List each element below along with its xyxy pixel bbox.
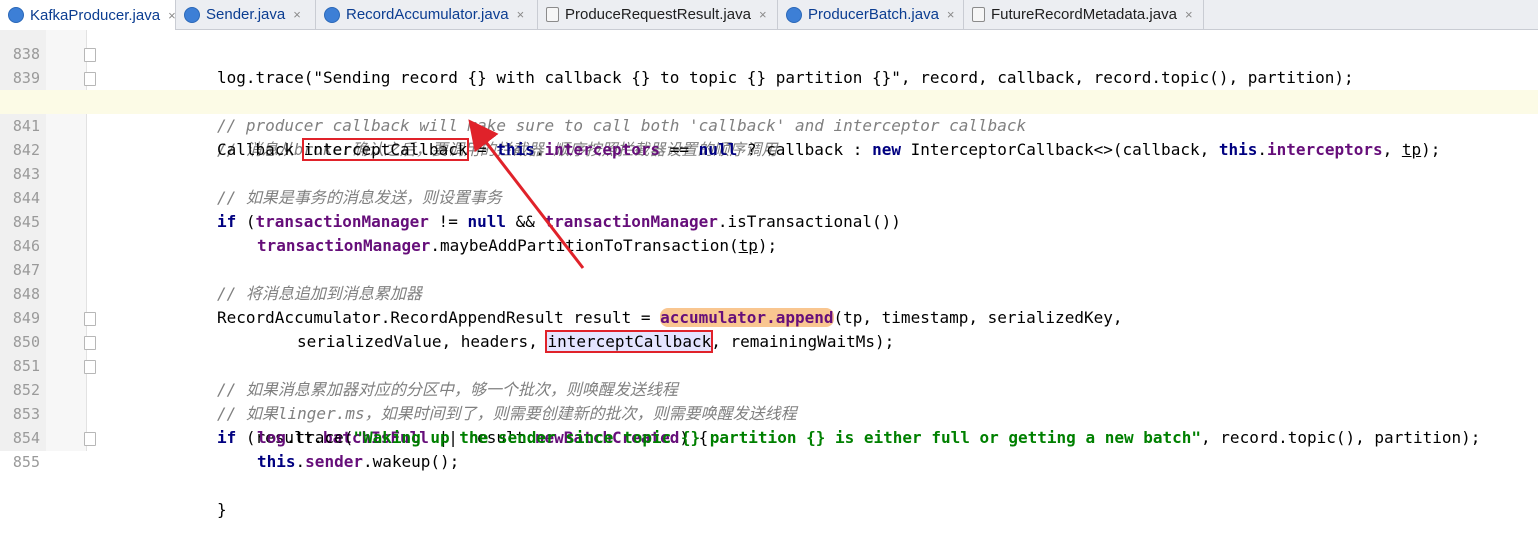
code-line-850[interactable]: 850 // 如果消息累加器对应的分区中，够一个批次，则唤醒发送线程 [0, 306, 1538, 399]
code-line-847[interactable]: 847 // 将消息追加到消息累加器 [0, 234, 1538, 303]
code-line-838[interactable]: 838 log.trace("Sending record {} with ca… [0, 18, 1538, 87]
fold-marker-icon[interactable] [84, 72, 96, 86]
code-text: } [217, 500, 227, 519]
code-segment: . [295, 452, 306, 471]
code-line-853[interactable]: 853 log.trace("Waking up the sender sinc… [0, 378, 1538, 447]
code-segment: .wakeup(); [362, 452, 460, 471]
code-line-843[interactable]: 843 // 如果是事务的消息发送，则设置事务 [0, 138, 1538, 207]
code-line-855[interactable]: 855 } [0, 426, 1538, 519]
code-editor[interactable]: 838 log.trace("Sending record {} with ca… [0, 30, 1538, 519]
code-line-849[interactable]: 849 serializedValue, headers, interceptC… [0, 282, 1538, 353]
code-line-845[interactable]: 845 transactionManager.maybeAddPartition… [0, 186, 1538, 255]
fold-marker-icon[interactable] [84, 360, 96, 374]
code-line-840[interactable]: 840 // 消息从broker确认之后，要调用的拦截器 顺序按照拦截器设置的顺… [0, 66, 1538, 159]
code-line-844[interactable]: 844 if (transactionManager != null && tr… [0, 162, 1538, 231]
fold-marker-icon[interactable] [84, 312, 96, 326]
code-text: this.sender.wakeup(); [257, 450, 459, 474]
fold-marker-icon[interactable] [84, 432, 96, 446]
keyword: this [257, 452, 296, 471]
code-line-842[interactable]: 842 [0, 114, 1538, 159]
code-line-854[interactable]: 854 this.sender.wakeup(); [0, 402, 1538, 471]
line-number: 855 [12, 453, 40, 471]
code-line-839[interactable]: 839 // producer callback will make sure … [0, 42, 1538, 135]
fold-marker-icon[interactable] [84, 48, 96, 62]
code-line-852[interactable]: 852 if (result.batchIsFull || result.new… [0, 354, 1538, 447]
code-line-848[interactable]: 848 RecordAccumulator.RecordAppendResult… [0, 258, 1538, 327]
code-line-846[interactable]: 846 [0, 210, 1538, 255]
field-ref: sender [305, 452, 363, 471]
code-line-841[interactable]: 841 Callback interceptCallback = this.in… [0, 90, 1538, 161]
fold-marker-icon[interactable] [84, 336, 96, 350]
code-line-851[interactable]: 851 // 如果linger.ms，如果时间到了，则需要创建新的批次，则需要唤… [0, 330, 1538, 423]
